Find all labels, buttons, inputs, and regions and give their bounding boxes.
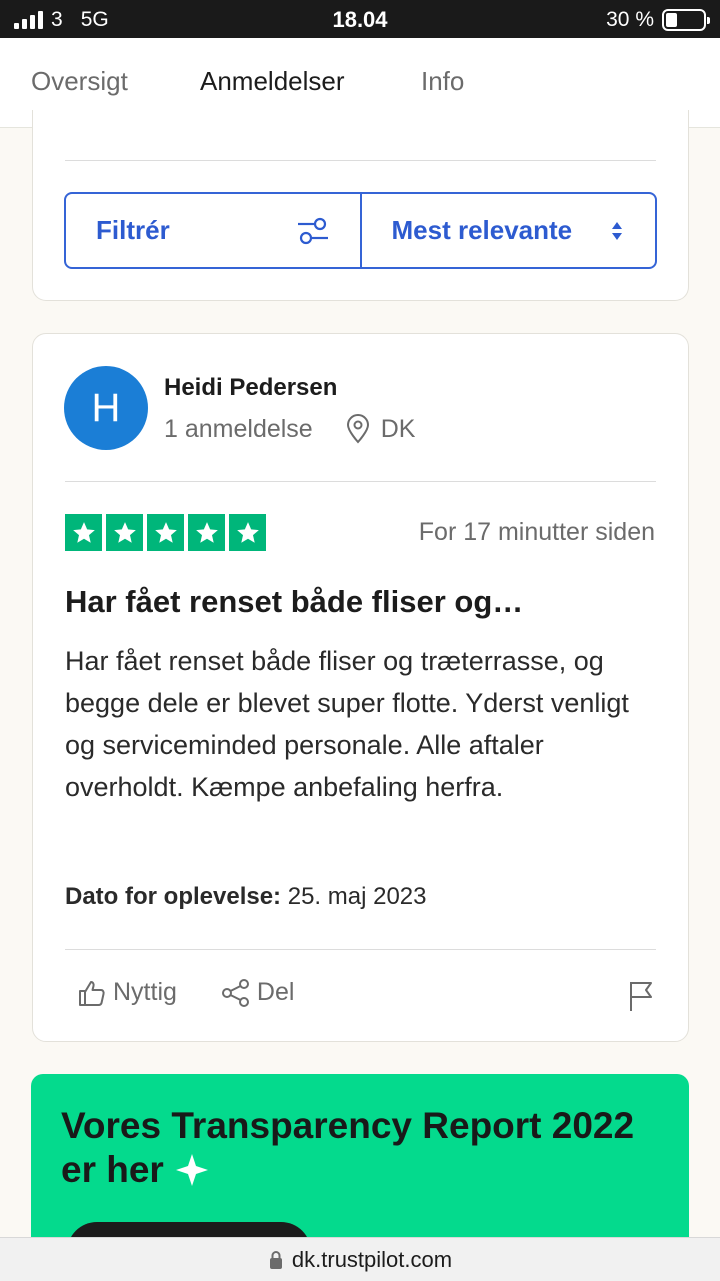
filter-label: Filtrér [96, 215, 170, 245]
star-rating [65, 514, 266, 551]
reviewer-country: DK [380, 414, 416, 443]
battery-percent: 30 % [606, 8, 654, 31]
divider [65, 949, 656, 950]
battery-icon [662, 9, 710, 31]
url-text: dk.trustpilot.com [291, 1246, 453, 1272]
sort-label: Mest relevante [391, 215, 573, 245]
avatar[interactable]: H [64, 366, 148, 450]
status-bar: 3 5G 18.04 30 % [0, 0, 720, 38]
browser-url-bar[interactable]: dk.trustpilot.com [0, 1237, 720, 1281]
experience-date: Dato for oplevelse: 25. maj 2023 [65, 883, 426, 911]
promo-title: Vores Transparency Report 2022 er her [61, 1104, 661, 1192]
useful-button[interactable]: Nyttig [77, 978, 177, 1007]
divider [65, 481, 656, 482]
sliders-icon [297, 217, 328, 244]
sort-select[interactable]: Mest relevante [359, 194, 656, 267]
divider [65, 160, 656, 161]
promo-title-text: Vores Transparency Report 2022 er her [61, 1105, 635, 1190]
review-time: For 17 minutter siden [418, 518, 655, 546]
tab-oversigt[interactable]: Oversigt [31, 66, 128, 97]
share-icon [221, 978, 249, 1007]
sparkle-star-icon [176, 1154, 209, 1186]
share-label: Del [256, 978, 295, 1006]
thumbs-up-icon [79, 980, 105, 1006]
filter-button[interactable]: Filtrér [66, 194, 360, 267]
reviewer-meta: 1 anmeldelse DK [164, 414, 415, 444]
share-button[interactable]: Del [221, 978, 295, 1007]
useful-label: Nyttig [113, 978, 177, 1006]
lock-icon [269, 1250, 282, 1269]
review-card: H Heidi Pedersen 1 anmeldelse DK For 17 … [32, 333, 689, 1042]
star-icon [65, 514, 102, 551]
reviewer-name[interactable]: Heidi Pedersen [164, 374, 337, 402]
status-right: 30 % [606, 8, 710, 32]
review-count: 1 anmeldelse [164, 414, 313, 443]
experience-date-value: 25. maj 2023 [287, 883, 427, 910]
star-icon [147, 514, 184, 551]
filter-sort-bar: Filtrér Mest relevante [64, 192, 657, 269]
location-pin-icon [346, 414, 369, 444]
review-title[interactable]: Har fået renset både fliser og… [65, 584, 523, 620]
review-body: Har fået renset både fliser og træterras… [65, 646, 629, 802]
star-icon [106, 514, 143, 551]
star-icon [188, 514, 225, 551]
sort-arrows-icon [612, 221, 622, 240]
report-flag-icon[interactable] [627, 980, 655, 1012]
review-actions: Nyttig Del [77, 978, 294, 1007]
tab-anmeldelser[interactable]: Anmeldelser [200, 66, 345, 97]
filter-card: Filtrér Mest relevante [32, 110, 689, 301]
experience-date-label: Dato for oplevelse: [65, 883, 282, 910]
star-icon [229, 514, 266, 551]
tab-info[interactable]: Info [421, 66, 464, 97]
